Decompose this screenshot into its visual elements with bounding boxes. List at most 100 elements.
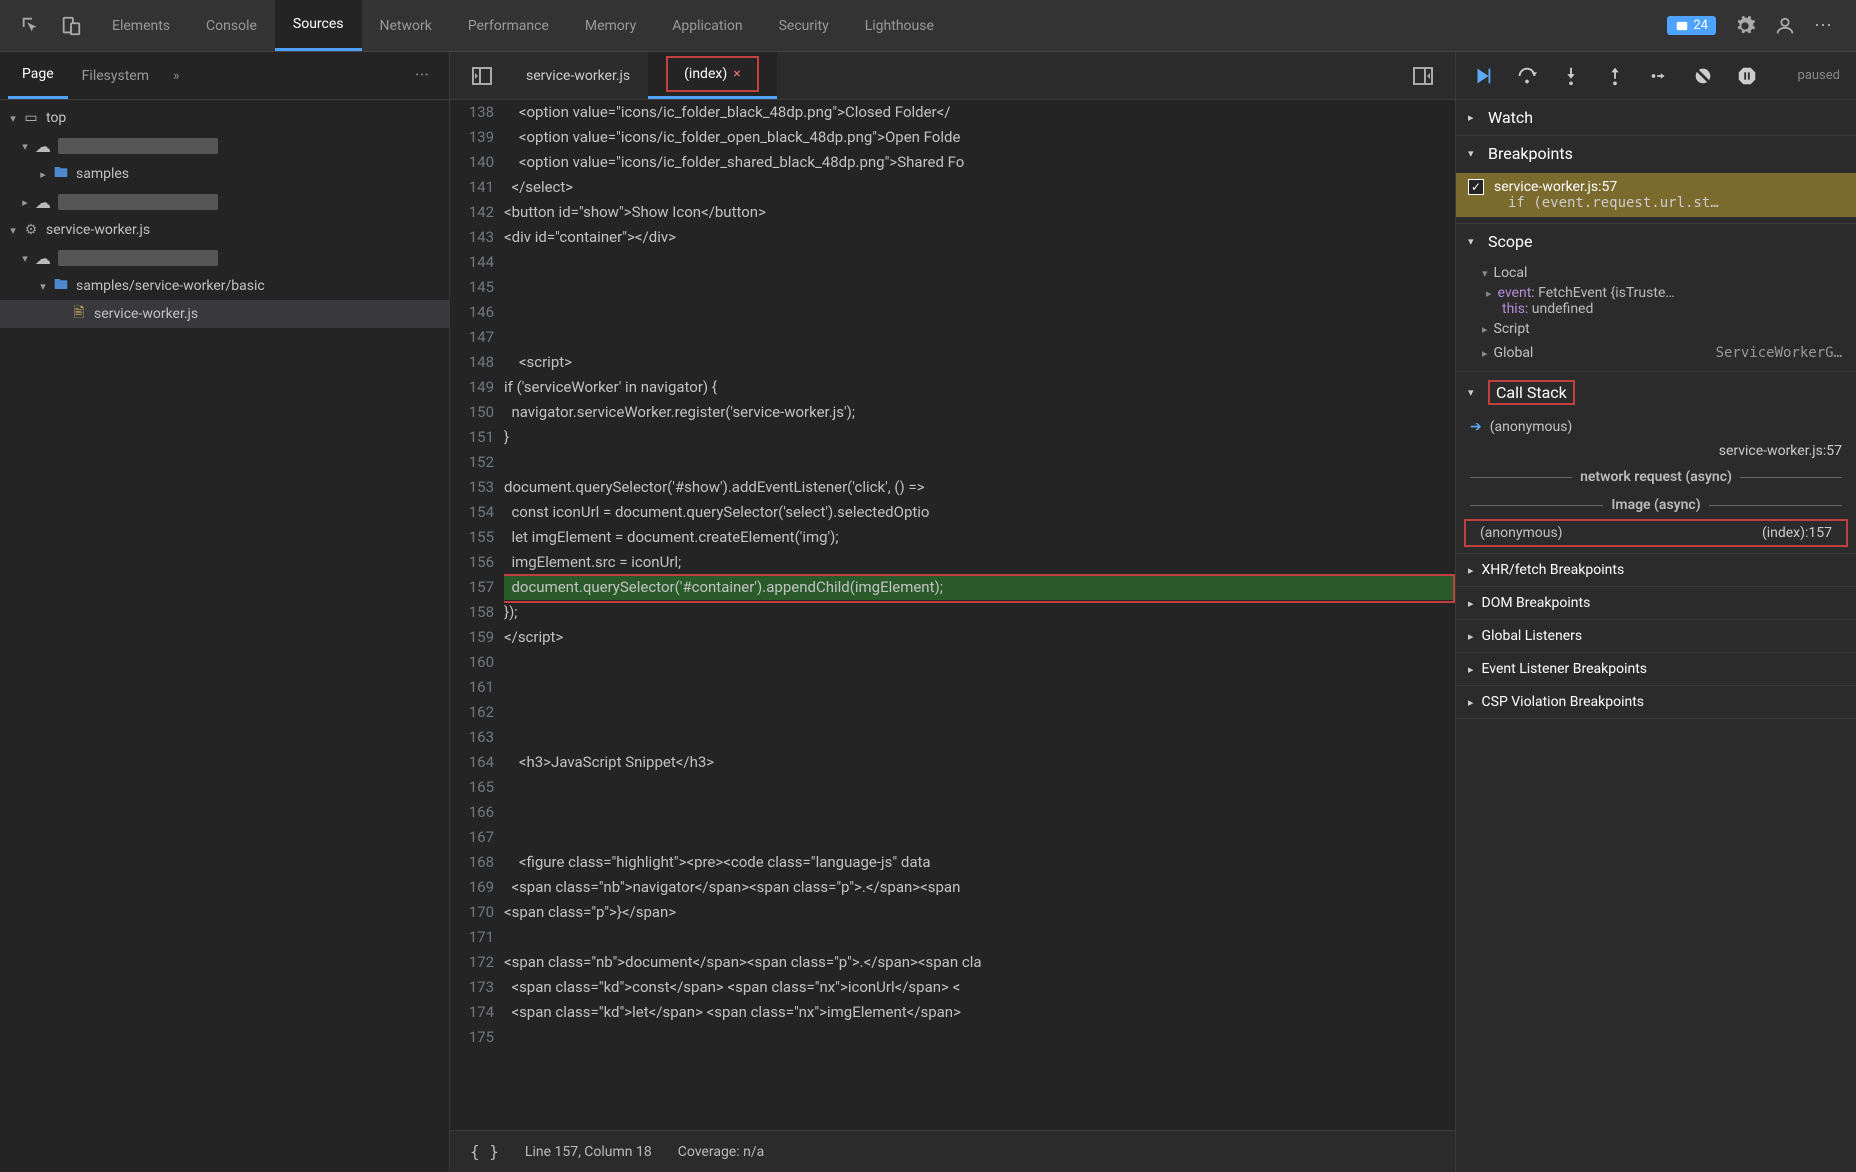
- callstack-frame-1[interactable]: ➔(anonymous): [1456, 415, 1856, 439]
- nav-tab-page[interactable]: Page: [8, 52, 68, 99]
- device-toggle-icon[interactable]: [60, 15, 82, 37]
- nav-more-tabs[interactable]: »: [163, 68, 190, 84]
- step-out-icon[interactable]: [1604, 65, 1626, 87]
- breakpoints-title: Breakpoints: [1488, 144, 1573, 163]
- scope-title: Scope: [1488, 232, 1532, 251]
- deactivate-breakpoints-icon[interactable]: [1692, 65, 1714, 87]
- tab-performance[interactable]: Performance: [450, 0, 567, 51]
- dom-breakpoints-header[interactable]: DOM Breakpoints: [1456, 587, 1856, 620]
- xhr-breakpoints-header[interactable]: XHR/fetch Breakpoints: [1456, 554, 1856, 587]
- scope-script[interactable]: ▸Script: [1456, 317, 1856, 341]
- step-into-icon[interactable]: [1560, 65, 1582, 87]
- tab-sources[interactable]: Sources: [275, 0, 362, 51]
- tab-application[interactable]: Application: [654, 0, 760, 51]
- settings-gear-icon[interactable]: [1734, 15, 1756, 37]
- cs-anon-2: (anonymous): [1480, 525, 1563, 541]
- callstack-frame-2[interactable]: (anonymous) (index):157: [1464, 519, 1848, 547]
- csp-violation-breakpoints-header[interactable]: CSP Violation Breakpoints: [1456, 686, 1856, 719]
- step-icon[interactable]: [1648, 65, 1670, 87]
- tree-origin-1[interactable]: ▾: [0, 132, 449, 160]
- tree-samples-label: samples: [76, 166, 129, 182]
- debugger-panel: paused ▸Watch ▾Breakpoints ✓ service-work…: [1456, 52, 1856, 1172]
- global-listeners-header[interactable]: Global Listeners: [1456, 620, 1856, 653]
- scope-local[interactable]: ▾Local: [1456, 261, 1856, 285]
- scope-event[interactable]: ▸event: FetchEvent {isTruste…: [1456, 285, 1856, 301]
- tab-elements[interactable]: Elements: [94, 0, 188, 51]
- pretty-print-icon[interactable]: { }: [470, 1142, 499, 1161]
- cs-loc-1-label: service-worker.js:57: [1719, 443, 1842, 459]
- tree-file-selected[interactable]: 🖹 service-worker.js: [0, 300, 449, 328]
- breakpoint-file[interactable]: service-worker.js:57: [1494, 179, 1617, 195]
- scope-global-label: Global: [1494, 345, 1534, 361]
- code-editor[interactable]: 1381391401411421431441451461471481491501…: [450, 100, 1455, 1130]
- file-tab-index-label: (index): [684, 66, 727, 82]
- folder-icon: 🖿: [52, 165, 70, 183]
- callstack-title: Call Stack: [1488, 380, 1575, 405]
- tree-path-label: samples/service-worker/basic: [76, 278, 265, 294]
- tree-folder-samples[interactable]: ▸🖿samples: [0, 160, 449, 188]
- resume-icon[interactable]: [1472, 65, 1494, 87]
- tab-memory[interactable]: Memory: [567, 0, 654, 51]
- cs-divider-network: network request (async): [1456, 463, 1856, 491]
- callstack-loc-1: service-worker.js:57: [1456, 439, 1856, 463]
- main-tabs: Elements Console Sources Network Perform…: [0, 0, 1856, 52]
- cloud-icon: [34, 249, 52, 267]
- tree-top[interactable]: ▾top: [0, 104, 449, 132]
- issues-badge[interactable]: 24: [1667, 16, 1716, 35]
- callstack-header[interactable]: ▾Call Stack: [1456, 372, 1856, 413]
- navigator-panel: Page Filesystem » ··· ▾top ▾ ▸🖿samples ▸…: [0, 52, 450, 1172]
- coverage-status: Coverage: n/a: [678, 1144, 764, 1160]
- tree-file-label: service-worker.js: [94, 306, 198, 322]
- cs-anon-1: (anonymous): [1490, 419, 1573, 435]
- tab-console[interactable]: Console: [188, 0, 275, 51]
- origin-url-masked-2: [58, 194, 218, 210]
- cloud-icon: [34, 137, 52, 155]
- breakpoint-checkbox[interactable]: ✓: [1468, 179, 1484, 195]
- event-listener-breakpoints-header[interactable]: Event Listener Breakpoints: [1456, 653, 1856, 686]
- show-navigator-icon[interactable]: [470, 64, 494, 88]
- editor-panel: service-worker.js (index) × 1381391401411…: [450, 52, 1456, 1172]
- file-tab-index[interactable]: (index) ×: [648, 52, 777, 99]
- file-tree: ▾top ▾ ▸🖿samples ▸ ▾⚙service-worker.js ▾…: [0, 100, 449, 1172]
- tab-network[interactable]: Network: [362, 0, 450, 51]
- scope-local-label: Local: [1494, 265, 1528, 281]
- file-tab-sw-label: service-worker.js: [526, 68, 630, 84]
- breakpoints-header[interactable]: ▾Breakpoints: [1456, 136, 1856, 171]
- scope-this: this: undefined: [1456, 301, 1856, 317]
- tree-sw-label: service-worker.js: [46, 222, 150, 238]
- scope-global-val: ServiceWorkerG…: [1716, 345, 1842, 361]
- file-tab-sw[interactable]: service-worker.js: [508, 52, 648, 99]
- show-debugger-icon[interactable]: [1411, 64, 1435, 88]
- watch-header[interactable]: ▸Watch: [1456, 100, 1856, 135]
- tree-origin-2[interactable]: ▸: [0, 188, 449, 216]
- step-over-icon[interactable]: [1516, 65, 1538, 87]
- close-tab-icon[interactable]: ×: [733, 66, 740, 82]
- paused-label: paused: [1798, 68, 1840, 83]
- folder-icon: 🖿: [52, 277, 70, 295]
- scope-header[interactable]: ▾Scope: [1456, 224, 1856, 259]
- file-icon: 🖹: [70, 305, 88, 323]
- tab-lighthouse[interactable]: Lighthouse: [847, 0, 952, 51]
- tab-security[interactable]: Security: [761, 0, 847, 51]
- scope-global[interactable]: ▸GlobalServiceWorkerG…: [1456, 341, 1856, 365]
- cloud-icon: [34, 193, 52, 211]
- cursor-position: Line 157, Column 18: [525, 1144, 652, 1160]
- tree-worker[interactable]: ▾⚙service-worker.js: [0, 216, 449, 244]
- issues-count: 24: [1693, 18, 1708, 33]
- cs-divider-image: Image (async): [1456, 491, 1856, 519]
- status-bar: { } Line 157, Column 18 Coverage: n/a: [450, 1130, 1455, 1172]
- code-lines: <option value="icons/ic_folder_black_48d…: [504, 100, 1455, 1130]
- panel-tabs: Elements Console Sources Network Perform…: [94, 0, 1655, 51]
- nav-options-icon[interactable]: ···: [403, 65, 441, 86]
- more-menu-icon[interactable]: ⋯: [1814, 15, 1836, 37]
- account-icon[interactable]: [1774, 15, 1796, 37]
- nav-tab-filesystem[interactable]: Filesystem: [68, 52, 163, 99]
- breakpoint-code: if (event.request.url.st…: [1468, 195, 1844, 211]
- inspect-icon[interactable]: [20, 15, 42, 37]
- tree-worker-origin[interactable]: ▾: [0, 244, 449, 272]
- line-gutter: 1381391401411421431441451461471481491501…: [450, 100, 504, 1130]
- pause-exceptions-icon[interactable]: [1736, 65, 1758, 87]
- tree-worker-path[interactable]: ▾🖿samples/service-worker/basic: [0, 272, 449, 300]
- cs-loc-2-label: (index):157: [1762, 525, 1832, 541]
- origin-url-masked-3: [58, 250, 218, 266]
